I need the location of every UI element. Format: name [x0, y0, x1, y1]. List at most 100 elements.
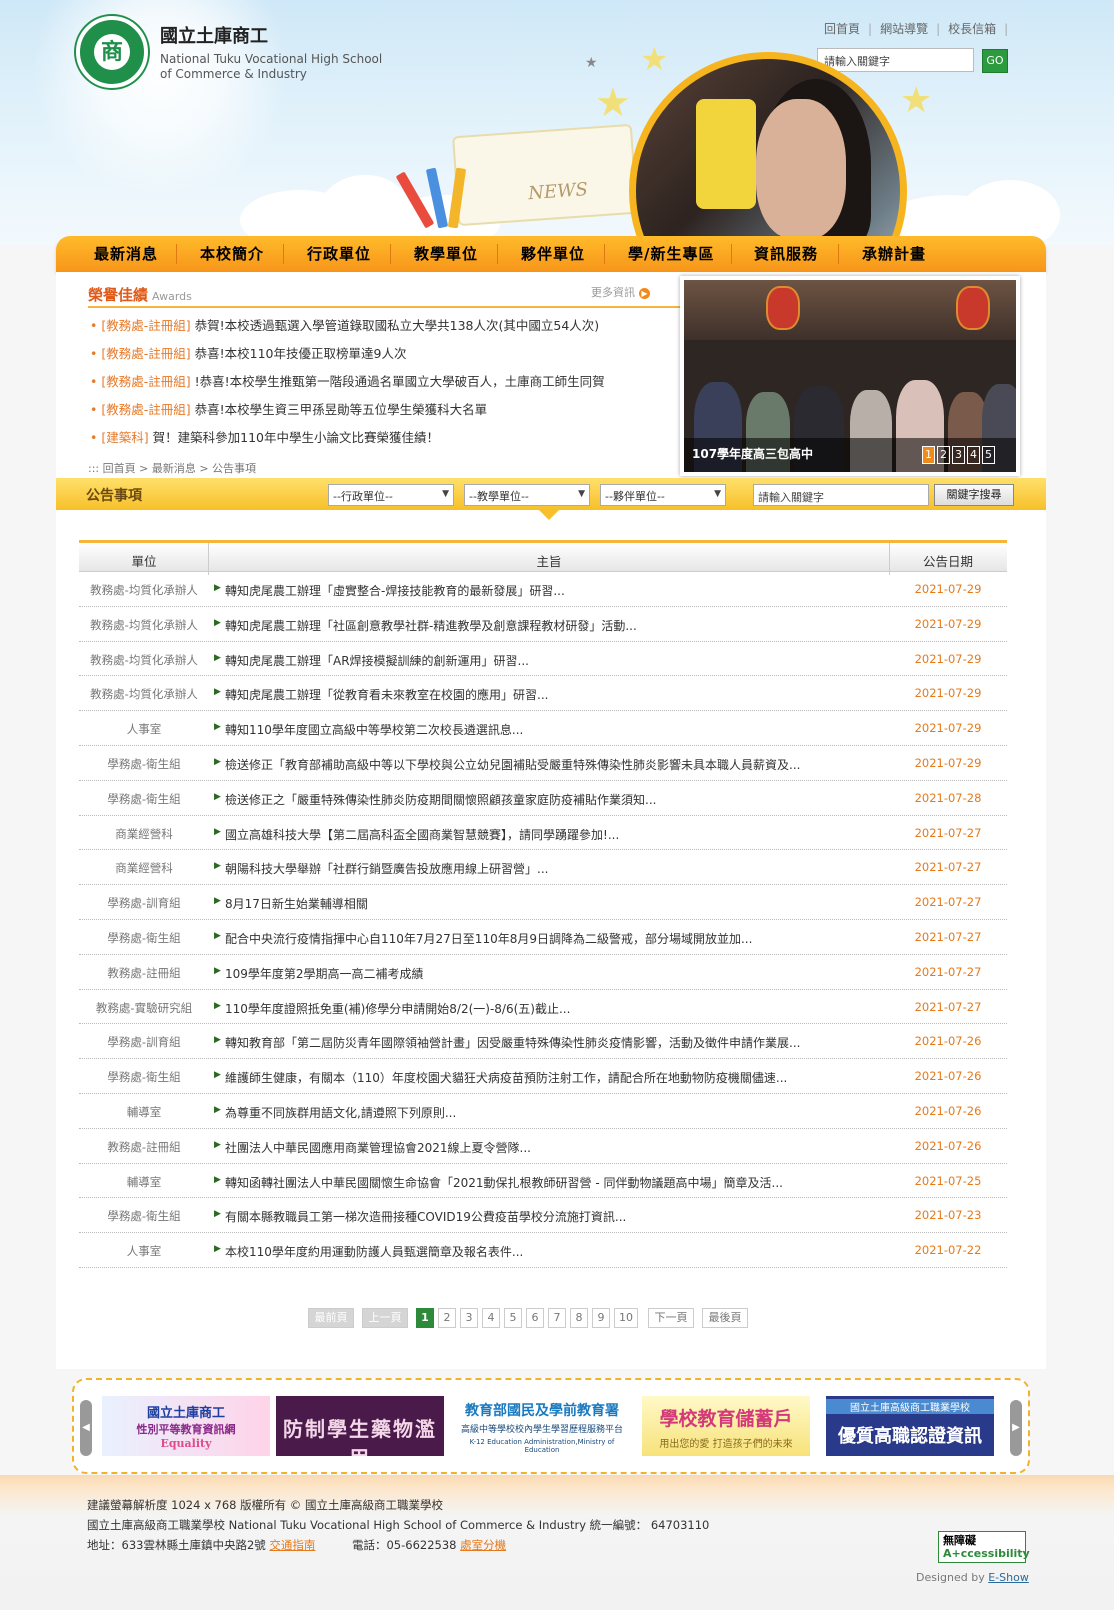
list-item[interactable]: • [教務處-註冊組] 恭喜!本校學生資三甲孫昱勛等五位學生榮獲科大名單 — [90, 396, 712, 424]
table-row[interactable]: 教務處-均質化承辦人 ▶ 轉知虎尾農工辦理「社區創意教學社群-精進教學及創意課程教材… — [79, 607, 1007, 642]
table-row[interactable]: 學務處-訓育組 ▶ 8月17日新生始業輔導相關 2021-07-27 — [79, 885, 1007, 920]
list-item[interactable]: • [建築科] 賀！建築科參加110年中學生小論文比賽榮獲佳績！ — [90, 424, 712, 452]
row-subject-link[interactable]: 轉知虎尾農工辦理「AR焊接模擬訓練的創新運用」研習... — [225, 652, 887, 669]
table-row[interactable]: 輔導室 ▶ 轉知函轉社團法人中華民國關懷生命協會「2021動保扎根教師研習營 - 同… — [79, 1164, 1007, 1199]
table-row[interactable]: 教務處-均質化承辦人 ▶ 轉知虎尾農工辦理「從教育看未來教室在校園的應用」研習...… — [79, 676, 1007, 712]
table-row[interactable]: 人事室 ▶ 轉知110學年度國立高級中等學校第二次校長遴選訊息... 2021-07-… — [79, 711, 1007, 746]
table-row[interactable]: 學務處-衛生組 ▶ 配合中央流行疫情指揮中心自110年7月27日至110年8月9日調… — [79, 920, 1007, 955]
slider-page-3[interactable]: 3 — [952, 446, 965, 464]
page-5[interactable]: 5 — [504, 1308, 522, 1328]
table-row[interactable]: 教務處-實驗研究組 ▶ 110學年度證照抵免重(補)修學分申請開始8/2(一)-8/… — [79, 990, 1007, 1025]
first-page-button[interactable]: 最前頁 — [308, 1308, 354, 1328]
banner-quality-vocational[interactable]: 國立土庫高級商工職業學校 優質高職認證資訊 — [826, 1396, 994, 1456]
home-link[interactable]: 回首頁 — [824, 22, 860, 36]
page-9[interactable]: 9 — [592, 1308, 610, 1328]
breadcrumb[interactable]: ::: 回首頁 > 最新消息 > 公告事項 — [88, 460, 256, 476]
sitemap-link[interactable]: 網站導覽 — [880, 22, 928, 36]
list-item[interactable]: • [教務處-註冊組] 恭賀!本校透過甄選入學管道錄取國私立大學共138人次(其中… — [90, 312, 712, 340]
row-subject-link[interactable]: 檢送修正「教育部補助高級中等以下學校與公立幼兒園補貼受嚴重特殊傳染性肺炎影響未具… — [225, 756, 887, 773]
principal-mail-link[interactable]: 校長信箱 — [948, 22, 996, 36]
nav-item-projects[interactable]: 承辦計畫 — [862, 243, 926, 264]
page-6[interactable]: 6 — [526, 1308, 544, 1328]
keyword-input[interactable]: 請輸入關鍵字 — [753, 484, 929, 506]
row-subject-link[interactable]: 轉知虎尾農工辦理「虛實整合-焊接技能教育的最新發展」研習... — [225, 582, 887, 599]
slider-page-4[interactable]: 4 — [967, 446, 980, 464]
row-subject-link[interactable]: 社團法人中華民國應用商業管理協會2021線上夏令營隊... — [225, 1139, 887, 1156]
carousel-next-icon[interactable]: ▶ — [1010, 1400, 1022, 1456]
carousel-prev-icon[interactable]: ◀ — [80, 1400, 92, 1456]
row-subject-link[interactable]: 檢送修正之「嚴重特殊傳染性肺炎防疫期間關懷照顧孩童家庭防疫補貼作業須知... — [225, 791, 887, 808]
nav-item-admin[interactable]: 行政單位 — [307, 243, 371, 264]
page-8[interactable]: 8 — [570, 1308, 588, 1328]
row-subject-link[interactable]: 配合中央流行疫情指揮中心自110年7月27日至110年8月9日調降為二級警戒，部… — [225, 930, 887, 947]
column-subject[interactable]: 主旨 — [209, 551, 889, 570]
row-subject-link[interactable]: 轉知教育部「第二屆防災青年國際領袖營計畫」因受嚴重特殊傳染性肺炎疫情影響，活動及… — [225, 1034, 887, 1051]
photo-slider[interactable]: 107學年度高三包高中 1 2 3 4 5 — [680, 276, 1020, 476]
prev-page-button[interactable]: 上一頁 — [362, 1308, 408, 1328]
row-subject-link[interactable]: 轉知虎尾農工辦理「社區創意教學社群-精進教學及創意課程教材研發」活動... — [225, 617, 887, 634]
table-row[interactable]: 學務處-衛生組 ▶ 維護師生健康，有關本（110）年度校園犬貓狂犬病疫苗預防注射工作… — [79, 1059, 1007, 1094]
table-row[interactable]: 教務處-均質化承辦人 ▶ 轉知虎尾農工辦理「虛實整合-焊接技能教育的最新發展」研習.… — [79, 572, 1007, 607]
banner-k12-platform[interactable]: 教育部國民及學前教育署 高級中等學校校內學生學習歷程服務平台 K-12 Educ… — [458, 1396, 626, 1456]
row-subject-link[interactable]: 有關本縣教職員工第一梯次造冊接種COVID19公費疫苗學校分流施打資訊... — [225, 1208, 887, 1225]
banner-gender-equality[interactable]: 國立土庫商工 性別平等教育資訊網 Equality — [102, 1396, 270, 1456]
table-row[interactable]: 學務處-衛生組 ▶ 檢送修正「教育部補助高級中等以下學校與公立幼兒園補貼受嚴重特殊傳… — [79, 746, 1007, 781]
column-date[interactable]: 公告日期 — [889, 551, 1007, 570]
row-subject-link[interactable]: 朝陽科技大學舉辦「社群行銷暨廣告投放應用線上研習營」... — [225, 860, 887, 877]
keyword-search-button[interactable]: 關鍵字搜尋 — [934, 484, 1014, 506]
nav-item-students[interactable]: 學/新生專區 — [628, 243, 714, 264]
row-subject-link[interactable]: 轉知110學年度國立高級中等學校第二次校長遴選訊息... — [225, 721, 887, 738]
row-subject-link[interactable]: 國立高雄科技大學【第二屆高科盃全國商業智慧競賽】，請同學踴躍參加!... — [225, 826, 887, 843]
row-subject-link[interactable]: 為尊重不同族群用語文化,請遵照下列原則... — [225, 1104, 887, 1121]
table-row[interactable]: 學務處-衛生組 ▶ 有關本縣教職員工第一梯次造冊接種COVID19公費疫苗學校分流施… — [79, 1198, 1007, 1234]
admin-unit-select[interactable]: --行政單位-- — [328, 484, 454, 506]
table-row[interactable]: 學務處-訓育組 ▶ 轉知教育部「第二屆防災青年國際領袖營計畫」因受嚴重特殊傳染性肺炎… — [79, 1024, 1007, 1060]
last-page-button[interactable]: 最後頁 — [702, 1308, 748, 1328]
nav-item-partners[interactable]: 夥伴單位 — [521, 243, 585, 264]
table-row[interactable]: 教務處-均質化承辦人 ▶ 轉知虎尾農工辦理「AR焊接模擬訓練的創新運用」研習... 2… — [79, 642, 1007, 677]
row-subject-link[interactable]: 109學年度第2學期高一高二補考成績 — [225, 965, 887, 982]
school-logo[interactable]: 商 — [76, 16, 148, 88]
page-10[interactable]: 10 — [614, 1308, 638, 1328]
search-input[interactable]: 請輸入關鍵字 — [817, 48, 974, 72]
table-row[interactable]: 輔導室 ▶ 為尊重不同族群用語文化,請遵照下列原則... 2021-07-26 — [79, 1094, 1007, 1129]
row-subject-link[interactable]: 轉知函轉社團法人中華民國關懷生命協會「2021動保扎根教師研習營 - 同伴動物議… — [225, 1174, 887, 1191]
table-row[interactable]: 商業經營科 ▶ 國立高雄科技大學【第二屆高科盃全國商業智慧競賽】，請同學踴躍參加!.… — [79, 816, 1007, 851]
page-3[interactable]: 3 — [460, 1308, 478, 1328]
traffic-guide-link[interactable]: 交通指南 — [269, 1538, 315, 1552]
table-row[interactable]: 人事室 ▶ 本校110學年度約用運動防護人員甄選簡章及報名表件... 2021-07-… — [79, 1233, 1007, 1268]
slider-page-1[interactable]: 1 — [922, 446, 935, 464]
row-subject-link[interactable]: 8月17日新生始業輔導相關 — [225, 895, 887, 912]
partner-unit-select[interactable]: --夥伴單位-- — [600, 484, 726, 506]
nav-item-info[interactable]: 資訊服務 — [754, 243, 818, 264]
school-name[interactable]: 國立土庫商工 — [160, 22, 268, 48]
slider-page-5[interactable]: 5 — [982, 446, 995, 464]
table-row[interactable]: 學務處-衛生組 ▶ 檢送修正之「嚴重特殊傳染性肺炎防疫期間關懷照顧孩童家庭防疫補貼作… — [79, 781, 1007, 816]
nav-item-teaching[interactable]: 教學單位 — [414, 243, 478, 264]
nav-item-news[interactable]: 最新消息 — [94, 243, 158, 264]
row-subject-link[interactable]: 本校110學年度約用運動防護人員甄選簡章及報名表件... — [225, 1243, 887, 1260]
table-row[interactable]: 教務處-註冊組 ▶ 社團法人中華民國應用商業管理協會2021線上夏令營隊... 202… — [79, 1129, 1007, 1164]
page-7[interactable]: 7 — [548, 1308, 566, 1328]
list-item[interactable]: • [教務處-註冊組] 恭喜!本校110年技優正取榜單達9人次 — [90, 340, 712, 368]
page-4[interactable]: 4 — [482, 1308, 500, 1328]
designer-link[interactable]: E-Show — [988, 1571, 1029, 1584]
row-subject-link[interactable]: 維護師生健康，有關本（110）年度校園犬貓狂犬病疫苗預防注射工作，請配合所在地動… — [225, 1069, 887, 1086]
table-row[interactable]: 商業經營科 ▶ 朝陽科技大學舉辦「社群行銷暨廣告投放應用線上研習營」... 2021-… — [79, 850, 1007, 886]
table-row[interactable]: 教務處-註冊組 ▶ 109學年度第2學期高一高二補考成績 2021-07-27 — [79, 955, 1007, 990]
list-item[interactable]: • [教務處-註冊組] !恭喜!本校學生推甄第一階段通過名單國立大學破百人，土庫商… — [90, 368, 712, 396]
extension-link[interactable]: 處室分機 — [460, 1538, 506, 1552]
banner-education-savings[interactable]: 學校教育儲蓄戶 用出您的愛 打造孩子們的未來 — [642, 1396, 810, 1456]
search-go-button[interactable]: GO — [982, 49, 1008, 73]
honors-more-link[interactable]: 更多資訊 ▶ — [591, 284, 650, 300]
banner-drug-prevention[interactable]: 防制學生藥物濫用 — [276, 1396, 444, 1456]
next-page-button[interactable]: 下一頁 — [648, 1308, 694, 1328]
teaching-unit-select[interactable]: --教學單位-- — [464, 484, 590, 506]
accessibility-badge[interactable]: 無障礙 A+ccessibility — [938, 1531, 1030, 1563]
slider-page-2[interactable]: 2 — [937, 446, 950, 464]
page-1[interactable]: 1 — [416, 1308, 434, 1328]
nav-item-about[interactable]: 本校簡介 — [200, 243, 264, 264]
column-unit[interactable]: 單位 — [79, 551, 209, 570]
row-subject-link[interactable]: 110學年度證照抵免重(補)修學分申請開始8/2(一)-8/6(五)截止... — [225, 1000, 887, 1017]
page-2[interactable]: 2 — [438, 1308, 456, 1328]
